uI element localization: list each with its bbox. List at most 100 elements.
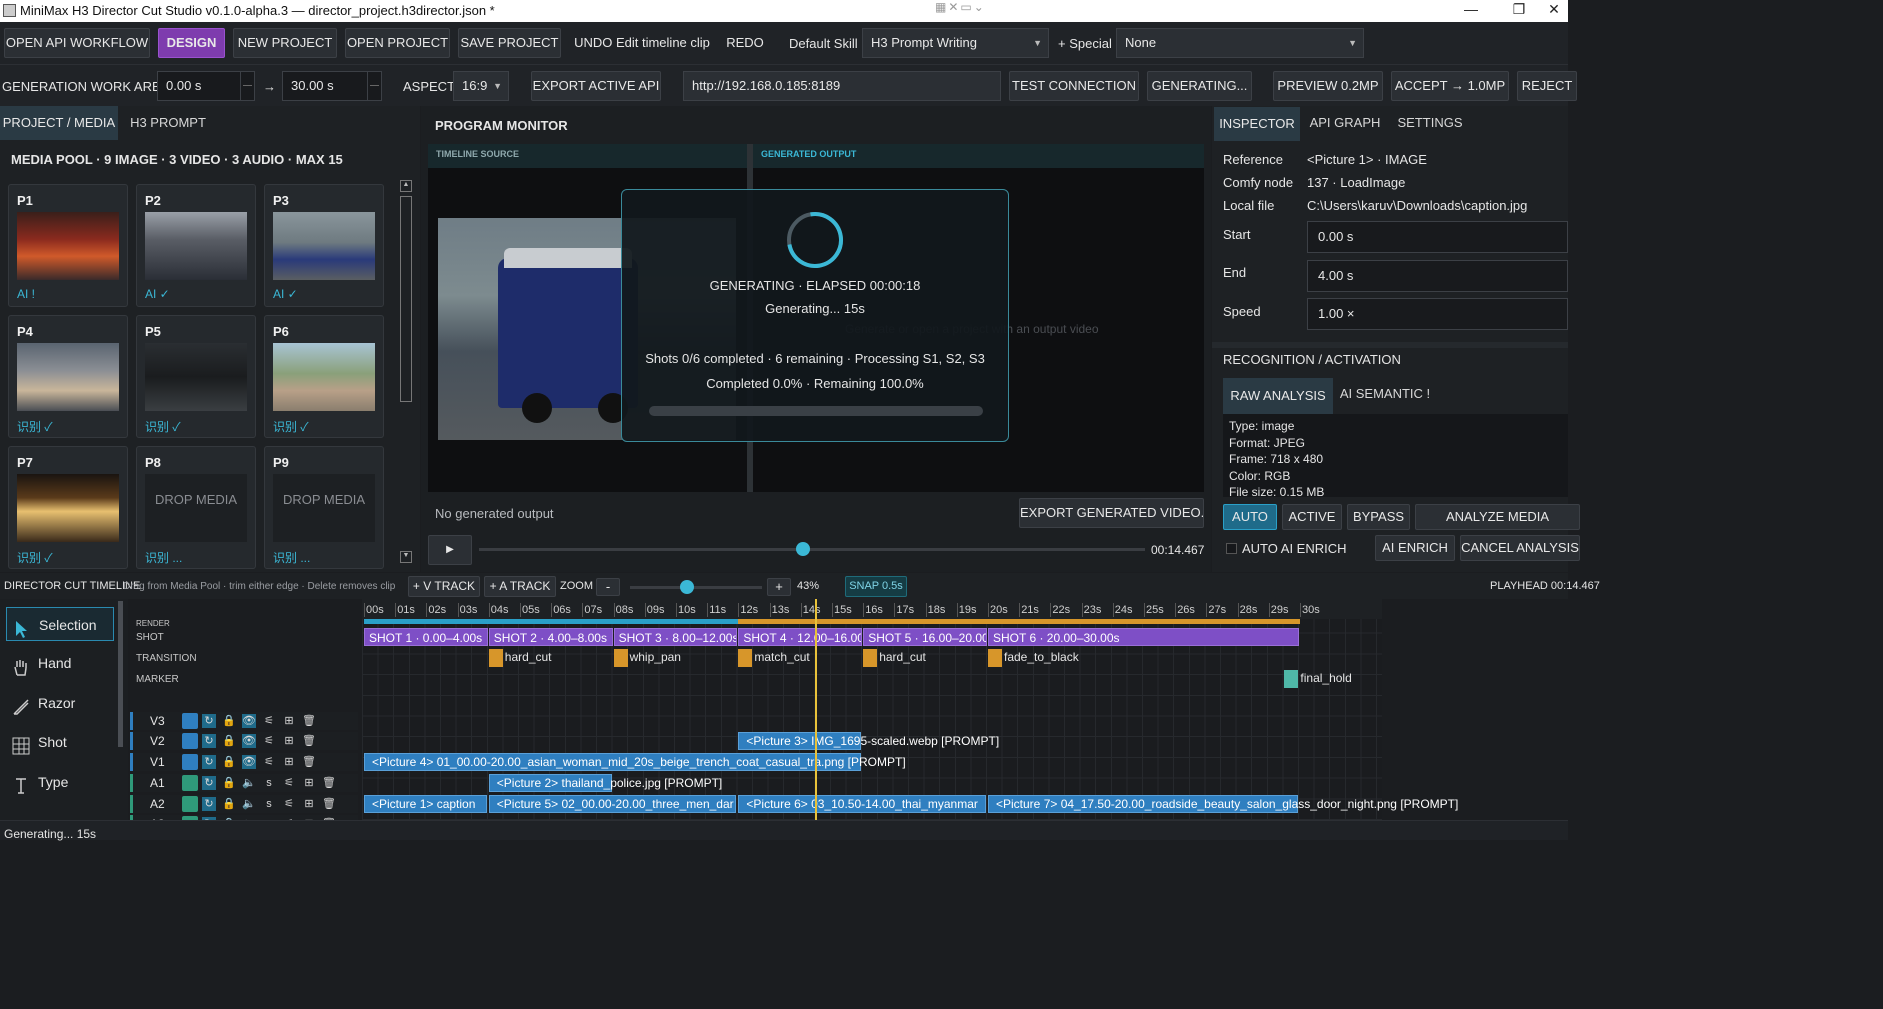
zoom-out-button[interactable]: - — [596, 578, 620, 596]
export-active-api-button[interactable]: EXPORT ACTIVE API — [531, 71, 661, 101]
track-color-swatch[interactable] — [182, 796, 198, 812]
timeline-clip[interactable]: <Picture 5> 02_00.00-20.00_three_men_dar — [488, 795, 737, 813]
tab-raw-analysis[interactable]: RAW ANALYSIS — [1223, 378, 1333, 414]
add-icon[interactable]: ⊞ — [302, 797, 316, 811]
media-card-p8[interactable]: P8 DROP MEDIA 识别 ... — [136, 446, 256, 569]
tab-settings[interactable]: SETTINGS — [1390, 106, 1470, 140]
bypass-button[interactable]: BYPASS — [1347, 504, 1410, 530]
speed-input[interactable]: 1.00 × — [1307, 298, 1568, 330]
close-button[interactable]: ✕ — [1540, 1, 1568, 18]
tool-selection[interactable]: Selection — [6, 607, 114, 641]
add-icon[interactable]: ⊞ — [282, 755, 296, 769]
special-select[interactable]: None ▼ — [1116, 28, 1364, 58]
track-header-v1[interactable]: V1 ↻ 🔒 👁 ⚟ ⊞ 🗑 — [130, 753, 358, 771]
gen-end-input[interactable]: 30.00 s — [282, 71, 382, 101]
transition-handle[interactable] — [988, 649, 1002, 667]
mixer-icon[interactable]: ⚟ — [262, 755, 276, 769]
trash-icon[interactable]: 🗑 — [302, 734, 316, 748]
sync-icon[interactable]: ↻ — [202, 776, 216, 790]
test-connection-button[interactable]: TEST CONNECTION — [1009, 71, 1139, 101]
timeline-clip[interactable]: <Picture 6> 03_10.50-14.00_thai_myanmar — [738, 795, 986, 813]
seek-bar[interactable] — [479, 542, 1145, 556]
add-a-track-button[interactable]: + A TRACK — [484, 576, 556, 597]
solo-icon[interactable]: s — [262, 776, 276, 790]
accept-button[interactable]: ACCEPT → 1.0MP — [1391, 71, 1509, 101]
add-icon[interactable]: ⊞ — [282, 714, 296, 728]
playhead-line[interactable] — [815, 599, 818, 820]
media-card-p7[interactable]: P7 识别 ✓ — [8, 446, 128, 569]
ai-enrich-button[interactable]: AI ENRICH — [1375, 535, 1455, 561]
track-header-a2[interactable]: A2 ↻ 🔒 🔈 s ⚟ ⊞ 🗑 — [130, 795, 358, 813]
transition-handle[interactable] — [488, 649, 503, 667]
marker-handle[interactable] — [1284, 670, 1299, 688]
mute-icon[interactable]: 🔈 — [242, 776, 256, 790]
preview-button[interactable]: PREVIEW 0.2MP — [1273, 71, 1383, 101]
solo-icon[interactable]: s — [262, 797, 276, 811]
track-header-a1[interactable]: A1 ↻ 🔒 🔈 s ⚟ ⊞ 🗑 — [130, 774, 358, 792]
trash-icon[interactable]: 🗑 — [322, 776, 336, 790]
open-project-button[interactable]: OPEN PROJECT — [345, 28, 450, 58]
tab-h3-prompt[interactable]: H3 PROMPT — [120, 106, 216, 140]
track-color-swatch[interactable] — [182, 754, 198, 770]
shot-block[interactable]: SHOT 6 · 20.00–30.00s — [988, 628, 1299, 646]
play-button[interactable]: ▶ — [428, 535, 472, 565]
media-card-p3[interactable]: P3 AI ✓ — [264, 184, 384, 307]
media-card-p2[interactable]: P2 AI ✓ — [136, 184, 256, 307]
mixer-icon[interactable]: ⚟ — [262, 714, 276, 728]
shot-block[interactable]: SHOT 4 · 12.00–16.00s — [738, 628, 863, 646]
active-button[interactable]: ACTIVE — [1282, 504, 1342, 530]
redo-button[interactable]: REDO — [722, 28, 768, 58]
start-input[interactable]: 0.00 s — [1307, 221, 1568, 253]
spinner-icon[interactable] — [240, 72, 254, 100]
media-card-p1[interactable]: P1 AI ! — [8, 184, 128, 307]
shot-block[interactable]: SHOT 1 · 0.00–4.00s — [364, 628, 488, 646]
tool-scrollbar[interactable] — [118, 601, 123, 747]
shot-block[interactable]: SHOT 2 · 4.00–8.00s — [488, 628, 613, 646]
seek-handle[interactable] — [795, 542, 810, 556]
tab-inspector[interactable]: INSPECTOR — [1214, 107, 1300, 141]
default-skill-select[interactable]: H3 Prompt Writing ▼ — [862, 28, 1049, 58]
scroll-down-icon[interactable]: ▼ — [400, 551, 412, 563]
tab-project-media[interactable]: PROJECT / MEDIA — [0, 106, 118, 140]
add-v-track-button[interactable]: + V TRACK — [408, 576, 480, 597]
timeline-clip[interactable]: <Picture 3> IMG_1695-scaled.webp [PROMPT… — [738, 732, 999, 750]
add-icon[interactable]: ⊞ — [302, 776, 316, 790]
zoom-in-button[interactable]: + — [767, 578, 791, 596]
mute-icon[interactable]: 🔈 — [242, 797, 256, 811]
transition-handle[interactable] — [863, 649, 878, 667]
spinner-icon[interactable] — [367, 72, 381, 100]
lock-icon[interactable]: 🔒 — [222, 734, 236, 748]
tab-ai-semantic[interactable]: AI SEMANTIC ! — [1335, 377, 1435, 411]
shot-block[interactable]: SHOT 3 · 8.00–12.00s — [613, 628, 738, 646]
undo-button[interactable]: UNDO Edit timeline clip — [569, 28, 715, 58]
trash-icon[interactable]: 🗑 — [302, 755, 316, 769]
mixer-icon[interactable]: ⚟ — [282, 776, 296, 790]
media-card-p4[interactable]: P4 识别 ✓ — [8, 315, 128, 438]
track-color-swatch[interactable] — [182, 713, 198, 729]
track-header-v3[interactable]: V3 ↻ 🔒 👁 ⚟ ⊞ 🗑 — [130, 712, 358, 730]
track-color-swatch[interactable] — [182, 775, 198, 791]
snap-toggle[interactable]: SNAP 0.5s — [845, 576, 907, 597]
sync-icon[interactable]: ↻ — [202, 755, 216, 769]
gen-start-input[interactable]: 0.00 s — [157, 71, 255, 101]
lock-icon[interactable]: 🔒 — [222, 714, 236, 728]
maximize-button[interactable]: ❐ — [1494, 1, 1544, 18]
media-card-p6[interactable]: P6 识别 ✓ — [264, 315, 384, 438]
media-scrollbar[interactable]: ▲ ▼ — [400, 180, 412, 564]
new-project-button[interactable]: NEW PROJECT — [233, 28, 337, 58]
scroll-up-icon[interactable]: ▲ — [400, 180, 412, 192]
drop-media-zone[interactable]: DROP MEDIA — [273, 474, 375, 542]
timeline-clip[interactable]: <Picture 4> 01_00.00-20.00_asian_woman_m… — [364, 753, 906, 771]
mixer-icon[interactable]: ⚟ — [282, 797, 296, 811]
timeline-canvas[interactable]: 00s 01s 02s 03s 04s 05s 06s 07s 08s 09s 10s 11s 12s 1… — [362, 599, 1568, 820]
add-icon[interactable]: ⊞ — [282, 734, 296, 748]
eye-icon[interactable]: 👁 — [242, 734, 256, 748]
time-ruler[interactable]: 00s 01s 02s 03s 04s 05s 06s 07s 08s 09s 10s 11s 12s 1… — [362, 599, 1382, 619]
lock-icon[interactable]: 🔒 — [222, 797, 236, 811]
minimize-button[interactable]: — — [1446, 1, 1496, 17]
scroll-thumb[interactable] — [400, 196, 412, 402]
reject-button[interactable]: REJECT — [1517, 71, 1577, 101]
api-url-input[interactable]: http://192.168.0.185:8189 — [683, 71, 1001, 101]
generating-button[interactable]: GENERATING... — [1147, 71, 1252, 101]
open-api-workflow-button[interactable]: OPEN API WORKFLOW — [4, 28, 150, 58]
